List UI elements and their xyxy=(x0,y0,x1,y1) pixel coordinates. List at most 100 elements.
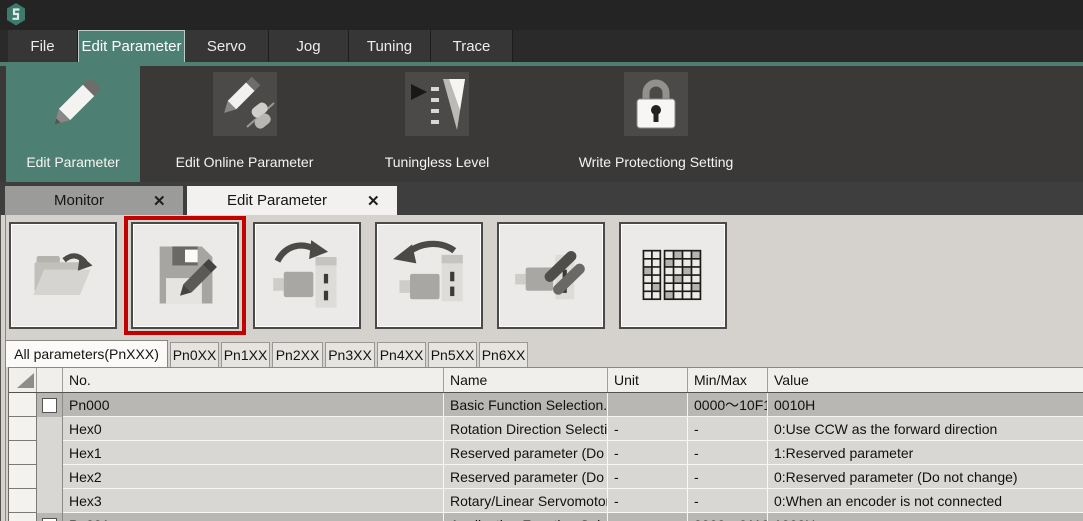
cell-value: 0:When an encoder is not connected xyxy=(768,489,1083,513)
param-tab-pn3xx[interactable]: Pn3XX xyxy=(325,342,375,367)
param-tab-all[interactable]: All parameters(PnXXX) xyxy=(5,340,168,367)
grid-table-icon xyxy=(635,238,711,314)
cell-name: Rotation Direction Selecti... xyxy=(444,417,608,441)
param-tab-pn5xx[interactable]: Pn5XX xyxy=(428,342,477,367)
cell-unit: - xyxy=(608,441,688,465)
table-row-pn001-partial[interactable]: Pn001 Application Function Sele... 0000～… xyxy=(9,513,1083,521)
row-header-cell[interactable] xyxy=(9,441,37,465)
row-checkbox-cell xyxy=(37,489,63,513)
cell-unit: - xyxy=(608,489,688,513)
ribbon: Edit Parameter Edit Online Parameter xyxy=(0,66,1083,182)
cell-no: Pn000 xyxy=(63,393,444,417)
ribbon-label: Write Protectiong Setting xyxy=(525,154,787,170)
pencil-motor-icon xyxy=(213,72,277,136)
tab-edit-parameter[interactable]: Edit Parameter ✕ xyxy=(187,186,397,215)
table-row-hex2[interactable]: Hex2 Reserved parameter (Do ... - - 0:Re… xyxy=(9,465,1083,489)
lock-icon xyxy=(624,72,688,136)
save-parameter-file-button[interactable] xyxy=(131,222,239,329)
close-icon[interactable]: ✕ xyxy=(367,192,397,210)
cell-value: 1000H xyxy=(768,513,1083,521)
upload-from-servo-button[interactable] xyxy=(375,222,483,329)
ribbon-write-protecting-setting-button[interactable]: Write Protectiong Setting xyxy=(525,66,787,182)
param-tab-pn6xx[interactable]: Pn6XX xyxy=(479,342,528,367)
param-tab-pn1xx[interactable]: Pn1XX xyxy=(221,342,270,367)
cell-value: 0010H xyxy=(768,393,1083,417)
compare-parameters-button[interactable] xyxy=(497,222,605,329)
download-to-servo-button[interactable] xyxy=(253,222,361,329)
row-header-cell[interactable] xyxy=(9,489,37,513)
row-checkbox[interactable] xyxy=(42,398,57,413)
cell-unit: - xyxy=(608,465,688,489)
param-tab-pn0xx[interactable]: Pn0XX xyxy=(170,342,219,367)
column-header-name: Name xyxy=(444,368,608,392)
cell-minmax: - xyxy=(688,465,768,489)
ribbon-tuningless-level-button[interactable]: Tuningless Level xyxy=(349,66,525,182)
cell-no: Pn001 xyxy=(63,513,444,521)
open-parameter-file-button[interactable] xyxy=(9,222,117,329)
cell-minmax: 0000～0110 xyxy=(688,513,768,521)
menu-item-trace[interactable]: Trace xyxy=(431,30,513,62)
tab-label: Edit Parameter xyxy=(187,192,367,209)
menu-bar: File Edit Parameter Servo Jog Tuning Tra… xyxy=(0,30,1083,62)
column-header-no: No. xyxy=(63,368,444,392)
cell-value: 0:Reserved parameter (Do not change) xyxy=(768,465,1083,489)
table-row-hex0[interactable]: Hex0 Rotation Direction Selecti... - - 0… xyxy=(9,417,1083,441)
floppy-pencil-icon xyxy=(147,238,223,314)
app-logo-icon xyxy=(6,3,26,31)
column-header-minmax: Min/Max xyxy=(688,368,768,392)
row-header-cell[interactable] xyxy=(9,417,37,441)
param-tab-pn2xx[interactable]: Pn2XX xyxy=(272,342,323,367)
ribbon-label: Edit Online Parameter xyxy=(140,154,349,170)
table-row-pn000[interactable]: Pn000 Basic Function Selection... 0000～1… xyxy=(9,393,1083,417)
menu-item-edit-parameter[interactable]: Edit Parameter xyxy=(78,30,185,62)
menu-item-file[interactable]: File xyxy=(8,30,78,62)
cell-no: Hex2 xyxy=(63,465,444,489)
row-header-cell[interactable] xyxy=(9,393,37,417)
cell-name: Reserved parameter (Do ... xyxy=(444,465,608,489)
row-checkbox-cell xyxy=(37,441,63,465)
cell-no: Hex3 xyxy=(63,489,444,513)
row-header-cell[interactable] xyxy=(9,465,37,489)
select-all-triangle-icon xyxy=(17,373,34,388)
row-header-cell[interactable] xyxy=(9,513,37,521)
cell-name: Basic Function Selection... xyxy=(444,393,608,417)
column-header-value: Value xyxy=(768,368,1083,392)
cell-minmax: - xyxy=(688,489,768,513)
cell-no: Hex1 xyxy=(63,441,444,465)
panel-edge xyxy=(0,215,7,521)
arrow-into-drive-icon xyxy=(269,238,345,314)
row-checkbox-cell xyxy=(37,513,63,521)
ribbon-edit-online-parameter-button[interactable]: Edit Online Parameter xyxy=(140,66,349,182)
menu-item-tuning[interactable]: Tuning xyxy=(349,30,431,62)
row-checkbox-cell xyxy=(37,393,63,417)
pencil-icon xyxy=(35,68,111,144)
pencils-drive-icon xyxy=(513,238,589,314)
param-tab-pn4xx[interactable]: Pn4XX xyxy=(377,342,426,367)
table-row-hex1[interactable]: Hex1 Reserved parameter (Do ... - - 1:Re… xyxy=(9,441,1083,465)
cell-unit xyxy=(608,513,688,521)
menu-item-servo[interactable]: Servo xyxy=(185,30,269,62)
column-header-unit: Unit xyxy=(608,368,688,392)
row-checkbox-cell xyxy=(37,417,63,441)
content-area: All parameters(PnXXX) Pn0XX Pn1XX Pn2XX … xyxy=(0,215,1083,521)
menu-item-jog[interactable]: Jog xyxy=(269,30,349,62)
arrow-out-of-drive-icon xyxy=(391,238,467,314)
level-gauge-icon xyxy=(405,72,469,136)
title-bar xyxy=(0,0,1083,30)
ribbon-label: Tuningless Level xyxy=(349,154,525,170)
tab-monitor[interactable]: Monitor ✕ xyxy=(5,186,183,215)
cell-unit: - xyxy=(608,417,688,441)
select-all-corner[interactable] xyxy=(9,368,37,392)
table-row-hex3[interactable]: Hex3 Rotary/Linear Servomotor... - - 0:W… xyxy=(9,489,1083,513)
checkbox-column-header xyxy=(37,368,63,392)
cell-minmax: - xyxy=(688,441,768,465)
parameter-table-button[interactable] xyxy=(619,222,727,329)
row-checkbox[interactable] xyxy=(42,518,57,521)
ribbon-edit-parameter-button[interactable]: Edit Parameter xyxy=(6,66,140,182)
tab-label: Monitor xyxy=(5,192,153,209)
cell-minmax: 0000～10F1 xyxy=(688,393,768,417)
cell-unit xyxy=(608,393,688,417)
cell-value: 0:Use CCW as the forward direction xyxy=(768,417,1083,441)
row-checkbox-cell xyxy=(37,465,63,489)
close-icon[interactable]: ✕ xyxy=(153,192,183,210)
